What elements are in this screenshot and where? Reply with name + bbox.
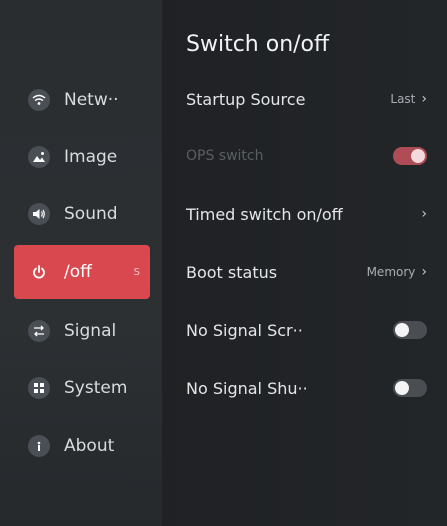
sidebar-item-about[interactable]: About xyxy=(14,420,150,472)
sidebar-item-label: Sound xyxy=(64,204,118,224)
sidebar-item-label: Image xyxy=(64,147,118,167)
grid-icon xyxy=(28,377,50,399)
sidebar-item-sound[interactable]: Sound xyxy=(14,188,150,240)
chevron-right-icon: › xyxy=(421,206,427,222)
wifi-icon xyxy=(28,89,50,111)
sidebar-item-label: Netw·· xyxy=(64,90,119,110)
image-icon xyxy=(28,146,50,168)
sidebar-item-system[interactable]: System xyxy=(14,362,150,414)
settings-screen: Netw·· Image Sound ∕off S Signal System … xyxy=(0,0,447,526)
startup-source-row[interactable]: Startup Source Last › xyxy=(186,77,427,121)
timed-switch-row[interactable]: Timed switch on/off › xyxy=(186,192,427,236)
active-item-indicator: S xyxy=(133,266,140,278)
sidebar-item-label: ∕off xyxy=(64,262,92,282)
sidebar-item-signal[interactable]: Signal xyxy=(14,305,150,357)
row-label: No Signal Scr·· xyxy=(186,320,303,340)
sidebar-item-image[interactable]: Image xyxy=(14,131,150,183)
row-value: Memory › xyxy=(367,264,427,280)
startup-source-value: Last xyxy=(390,92,416,106)
ops-switch-row: OPS switch xyxy=(186,134,427,178)
speaker-icon xyxy=(28,203,50,225)
chevron-right-icon: › xyxy=(421,264,427,280)
sidebar-item-switch-on-off[interactable]: ∕off S xyxy=(14,245,150,299)
row-value: Last › xyxy=(390,91,427,107)
settings-sidebar: Netw·· Image Sound ∕off S Signal System … xyxy=(0,0,162,526)
row-label: Boot status xyxy=(186,262,278,282)
no-signal-screen-toggle[interactable] xyxy=(393,321,427,339)
no-signal-shutdown-row[interactable]: No Signal Shu·· xyxy=(186,366,427,410)
sidebar-item-label: Signal xyxy=(64,321,117,341)
boot-status-value: Memory xyxy=(366,265,416,279)
sidebar-item-network[interactable]: Netw·· xyxy=(14,74,150,126)
row-label: Startup Source xyxy=(186,89,306,109)
power-icon xyxy=(28,261,50,283)
sidebar-item-label: System xyxy=(64,378,128,398)
page-title: Switch on/off xyxy=(186,32,330,57)
toggle-knob xyxy=(395,381,409,395)
settings-panel: Switch on/off Startup Source Last › OPS … xyxy=(162,0,447,526)
row-label: Timed switch on/off xyxy=(186,204,343,224)
sidebar-item-label: About xyxy=(64,436,115,456)
info-icon xyxy=(28,435,50,457)
toggle-knob xyxy=(411,149,425,163)
row-label: OPS switch xyxy=(186,148,264,164)
row-value: › xyxy=(415,206,427,222)
input-source-icon xyxy=(28,320,50,342)
row-label: No Signal Shu·· xyxy=(186,378,308,398)
chevron-right-icon: › xyxy=(421,91,427,107)
boot-status-row[interactable]: Boot status Memory › xyxy=(186,250,427,294)
no-signal-shutdown-toggle[interactable] xyxy=(393,379,427,397)
toggle-knob xyxy=(395,323,409,337)
ops-switch-toggle xyxy=(393,147,427,165)
no-signal-screen-row[interactable]: No Signal Scr·· xyxy=(186,308,427,352)
